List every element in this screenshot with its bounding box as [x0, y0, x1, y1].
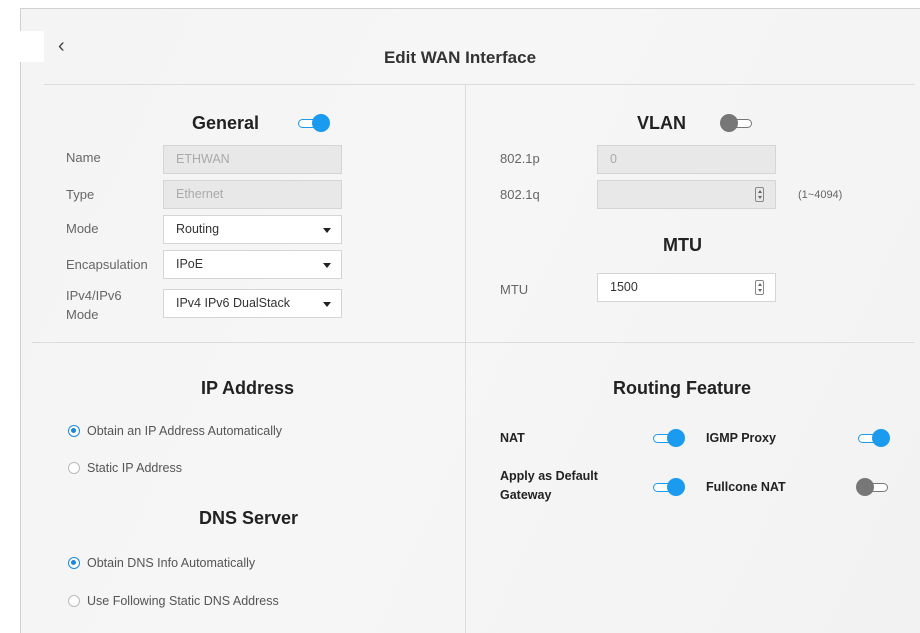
- nat-toggle[interactable]: [651, 429, 685, 447]
- column-divider: [465, 85, 466, 633]
- radio-ip-auto[interactable]: Obtain an IP Address Automatically: [68, 424, 282, 438]
- ipmode-label-line1: IPv4/IPv6: [66, 288, 122, 303]
- fullcone-nat-label: Fullcone NAT: [706, 480, 786, 494]
- mtu-title: MTU: [663, 235, 702, 255]
- chevron-down-icon: [323, 228, 331, 233]
- general-title: General: [192, 113, 260, 133]
- radio-ip-static-label: Static IP Address: [87, 461, 182, 475]
- ip-address-title: IP Address: [201, 378, 295, 398]
- chevron-down-icon: [323, 263, 331, 268]
- encapsulation-select-value: IPoE: [176, 257, 204, 271]
- section-divider: [32, 342, 915, 343]
- radio-ip-auto-label: Obtain an IP Address Automatically: [87, 424, 283, 438]
- mode-select-value: Routing: [176, 222, 220, 236]
- routing-feature-title: Routing Feature: [613, 378, 751, 398]
- edit-wan-panel: [20, 8, 920, 633]
- dns-server-title: DNS Server: [199, 508, 299, 528]
- name-input: ETHWAN: [163, 145, 342, 174]
- mode-label: Mode: [66, 221, 99, 236]
- fullcone-nat-toggle[interactable]: [856, 478, 890, 496]
- vlan-toggle[interactable]: [720, 114, 754, 132]
- igmp-proxy-label: IGMP Proxy: [706, 431, 776, 445]
- ipmode-select[interactable]: IPv4 IPv6 DualStack: [163, 289, 342, 318]
- igmp-proxy-toggle[interactable]: [856, 429, 890, 447]
- spinner-icon[interactable]: [755, 280, 764, 295]
- mtu-label: MTU: [500, 282, 529, 297]
- default-gateway-toggle[interactable]: [651, 478, 685, 496]
- encapsulation-label: Encapsulation: [66, 257, 148, 272]
- default-gateway-label-line1: Apply as Default: [500, 469, 598, 483]
- type-label: Type: [66, 187, 95, 202]
- vlan-8021q-input: [597, 180, 776, 209]
- type-input: Ethernet: [163, 180, 342, 209]
- radio-dns-static[interactable]: Use Following Static DNS Address: [68, 594, 279, 608]
- title-divider: [44, 84, 915, 85]
- chevron-down-icon: [323, 302, 331, 307]
- encapsulation-select[interactable]: IPoE: [163, 250, 342, 279]
- radio-unchecked-icon[interactable]: [68, 462, 80, 474]
- radio-checked-icon[interactable]: [68, 557, 80, 569]
- nat-label: NAT: [500, 431, 525, 445]
- ipmode-select-value: IPv4 IPv6 DualStack: [176, 296, 290, 310]
- radio-checked-icon[interactable]: [68, 425, 80, 437]
- mtu-value: 1500: [610, 280, 638, 294]
- spinner-icon: [755, 187, 764, 202]
- mtu-input[interactable]: 1500: [597, 273, 776, 302]
- default-gateway-label-line2: Gateway: [500, 488, 552, 502]
- radio-dns-auto[interactable]: Obtain DNS Info Automatically: [68, 556, 255, 570]
- radio-unchecked-icon[interactable]: [68, 595, 80, 607]
- vlan-8021q-label: 802.1q: [500, 187, 540, 202]
- page-title: Edit WAN Interface: [383, 48, 537, 67]
- general-toggle[interactable]: [296, 114, 330, 132]
- radio-dns-auto-label: Obtain DNS Info Automatically: [87, 556, 256, 570]
- mode-select[interactable]: Routing: [163, 215, 342, 244]
- radio-dns-static-label: Use Following Static DNS Address: [87, 594, 279, 608]
- name-label: Name: [66, 150, 101, 165]
- vlan-8021q-hint: (1~4094): [798, 189, 843, 201]
- vlan-8021p-label: 802.1p: [500, 151, 540, 166]
- vlan-title: VLAN: [637, 113, 686, 133]
- radio-ip-static[interactable]: Static IP Address: [68, 461, 182, 475]
- ipmode-label-line2: Mode: [66, 307, 99, 322]
- vlan-8021p-input: 0: [597, 145, 776, 174]
